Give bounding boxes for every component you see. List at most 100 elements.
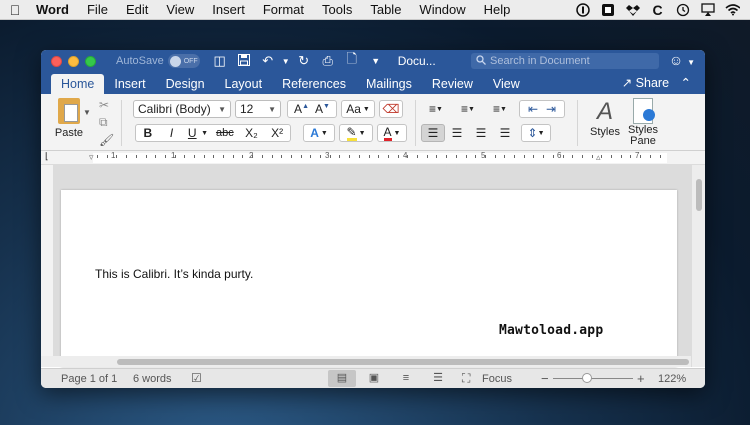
align-left-button[interactable]: ☰ <box>421 124 445 142</box>
italic-button[interactable]: I <box>160 126 184 140</box>
dropbox-icon[interactable] <box>625 3 640 17</box>
undo-icon[interactable]: ↶ <box>258 53 278 69</box>
tab-review[interactable]: Review <box>422 74 483 94</box>
menu-format[interactable]: Format <box>254 0 313 20</box>
styles-pane-button[interactable]: Styles Pane <box>623 98 663 147</box>
grow-shrink-font-buttons[interactable]: A▲ A▼ <box>287 100 337 118</box>
styles-gallery-button[interactable]: A Styles <box>585 98 625 138</box>
zoom-slider-track[interactable] <box>553 378 633 379</box>
collapse-ribbon-icon[interactable]: ⌃ <box>681 76 691 90</box>
superscript-button[interactable]: X² <box>264 126 290 140</box>
focus-icon[interactable]: ⛶ <box>462 371 470 386</box>
align-center-button[interactable]: ☰ <box>445 124 469 142</box>
horizontal-scrollbar[interactable] <box>41 356 691 367</box>
tab-design[interactable]: Design <box>156 74 215 94</box>
tab-home[interactable]: Home <box>51 74 105 94</box>
vertical-scrollbar[interactable] <box>691 165 705 367</box>
tab-references[interactable]: References <box>272 74 356 94</box>
menu-help[interactable]: Help <box>475 0 520 20</box>
menu-tools[interactable]: Tools <box>313 0 361 20</box>
zoom-out-icon[interactable]: − <box>541 371 549 386</box>
text-effects-button[interactable]: A ▼ <box>303 124 335 142</box>
menu-table[interactable]: Table <box>361 0 410 20</box>
multilevel-list-button[interactable]: ≡ ▼ <box>485 100 515 118</box>
horizontal-ruler[interactable]: ⌊ 1 1 2 3 4 5 6 7 ▿ ▵ <box>41 151 705 165</box>
right-indent-marker-icon[interactable]: ▵ <box>596 152 601 163</box>
focus-label[interactable]: Focus <box>482 373 512 385</box>
zoom-percent[interactable]: 122% <box>658 373 686 385</box>
horizontal-scroll-thumb[interactable] <box>117 359 689 365</box>
autosave-toggle[interactable]: OFF <box>167 54 200 68</box>
c-icon[interactable]: C <box>650 2 665 18</box>
bold-button[interactable]: B <box>136 126 160 140</box>
close-button[interactable] <box>51 55 62 67</box>
menu-view[interactable]: View <box>157 0 203 20</box>
strikethrough-button[interactable]: abc <box>211 127 239 139</box>
1password-icon[interactable] <box>575 2 590 17</box>
paste-dropdown-icon[interactable]: ▼ <box>83 108 91 117</box>
tab-stop-selector-icon[interactable]: ⌊ <box>45 151 49 162</box>
vertical-scroll-thumb[interactable] <box>696 179 702 211</box>
print-layout-icon[interactable]: ▤ <box>328 370 356 387</box>
proofing-icon[interactable]: ☑ <box>191 371 202 385</box>
document-text[interactable]: This is Calibri. It’s kinda purty. <box>95 267 253 281</box>
zoom-button[interactable] <box>85 55 96 67</box>
justify-button[interactable]: ☰ <box>493 124 517 142</box>
increase-indent-icon[interactable]: ⇥ <box>546 102 556 116</box>
align-right-button[interactable]: ☰ <box>469 124 493 142</box>
word-count[interactable]: 6 words <box>133 373 172 385</box>
web-layout-icon[interactable]: ▣ <box>360 370 388 387</box>
apple-menu-icon[interactable]:  <box>0 2 30 18</box>
decrease-indent-icon[interactable]: ⇤ <box>528 102 538 116</box>
shrink-font-icon[interactable]: A▼ <box>315 102 330 116</box>
highlight-button[interactable]: ✎ ▼ <box>339 124 373 142</box>
tab-view[interactable]: View <box>483 74 530 94</box>
save-icon[interactable] <box>234 53 254 69</box>
copy-icon[interactable]: ⧉ <box>99 115 114 130</box>
outline-view-icon[interactable]: ≡ <box>392 370 420 387</box>
bullets-button[interactable]: ≡ ▼ <box>421 100 451 118</box>
font-name-select[interactable]: Calibri (Body) ▼ <box>133 100 231 118</box>
clipboard-icon[interactable] <box>600 3 615 17</box>
menu-insert[interactable]: Insert <box>203 0 254 20</box>
paste-button[interactable]: Paste <box>51 98 87 139</box>
indent-marker-icon[interactable]: ▿ <box>89 152 94 163</box>
airplay-icon[interactable] <box>700 2 715 17</box>
font-color-button[interactable]: A ▼ <box>377 124 407 142</box>
clear-formatting-button[interactable]: ⌫ <box>379 100 403 118</box>
page-count[interactable]: Page 1 of 1 <box>61 373 117 385</box>
numbering-button[interactable]: ≡ ▼ <box>453 100 483 118</box>
line-spacing-button[interactable]: ⇕ ▼ <box>521 124 551 142</box>
underline-dropdown-icon[interactable]: ▼ <box>201 130 211 137</box>
feedback-smiley-icon[interactable]: ☺ ▼ <box>669 52 695 68</box>
format-painter-icon[interactable]: 🖌 <box>99 133 114 147</box>
cut-icon[interactable]: ✂ <box>99 98 114 112</box>
zoom-slider-knob[interactable] <box>582 373 592 383</box>
share-button[interactable]: ↗ Share ⌃ <box>622 75 691 90</box>
menu-edit[interactable]: Edit <box>117 0 157 20</box>
print-icon[interactable]: ⎙ <box>318 53 338 69</box>
grow-font-icon[interactable]: A▲ <box>294 102 309 116</box>
search-field[interactable]: Search in Document <box>471 53 659 69</box>
menu-file[interactable]: File <box>78 0 117 20</box>
time-machine-icon[interactable] <box>675 3 690 17</box>
vertical-ruler[interactable] <box>41 165 54 367</box>
redo-icon[interactable]: ↻ <box>294 53 314 69</box>
wifi-icon[interactable] <box>725 3 740 17</box>
font-size-select[interactable]: 12 ▼ <box>235 100 281 118</box>
menu-window[interactable]: Window <box>410 0 474 20</box>
menu-app-name[interactable]: Word <box>30 0 78 20</box>
change-case-button[interactable]: Aa ▼ <box>341 100 375 118</box>
tab-mailings[interactable]: Mailings <box>356 74 422 94</box>
undo-dropdown-icon[interactable]: ▼ <box>282 57 290 66</box>
customize-toolbar-icon[interactable]: ▼ <box>366 56 386 66</box>
draft-view-icon[interactable]: ☰ <box>424 370 452 387</box>
subscript-button[interactable]: X₂ <box>239 126 265 140</box>
new-document-icon[interactable]: 🗋 <box>342 50 362 72</box>
underline-button[interactable]: U <box>183 126 201 140</box>
minimize-button[interactable] <box>68 55 79 67</box>
tab-layout[interactable]: Layout <box>215 74 273 94</box>
tab-insert[interactable]: Insert <box>104 74 155 94</box>
sidebar-icon[interactable]: ◫ <box>210 53 230 69</box>
document-page[interactable]: This is Calibri. It’s kinda purty. <box>61 190 677 367</box>
